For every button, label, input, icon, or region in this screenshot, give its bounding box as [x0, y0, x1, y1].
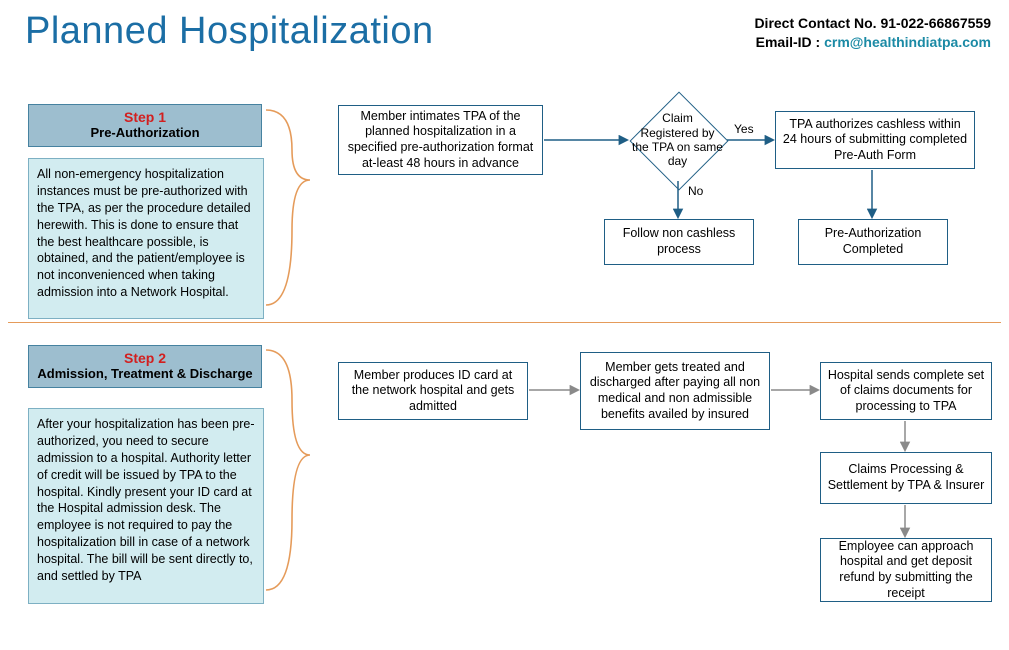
box-tpa-authorize: TPA authorizes cashless within 24 hours …	[775, 111, 975, 169]
box-non-cashless: Follow non cashless process	[604, 219, 754, 265]
contact-block: Direct Contact No. 91-022-66867559 Email…	[754, 14, 991, 52]
box-intimate-tpa: Member intimates TPA of the planned hosp…	[338, 105, 543, 175]
label-no: No	[688, 184, 703, 198]
step2-header: Step 2 Admission, Treatment & Discharge	[28, 345, 262, 388]
step2-description: After your hospitalization has been pre-…	[28, 408, 264, 604]
box-claims-processing: Claims Processing & Settlement by TPA & …	[820, 452, 992, 504]
page-title: Planned Hospitalization	[25, 10, 434, 53]
label-yes: Yes	[734, 122, 754, 136]
step2-subtitle: Admission, Treatment & Discharge	[35, 366, 255, 381]
email-label: Email-ID :	[756, 34, 821, 50]
step1-description: All non-emergency hospitalization instan…	[28, 158, 264, 319]
decision-claim-registered: Claim Registered by the TPA on same day	[630, 100, 725, 180]
contact-value: 91-022-66867559	[880, 15, 991, 31]
step1-header: Step 1 Pre-Authorization	[28, 104, 262, 147]
box-hospital-sends: Hospital sends complete set of claims do…	[820, 362, 992, 420]
step1-subtitle: Pre-Authorization	[35, 125, 255, 140]
box-preauth-completed: Pre-Authorization Completed	[798, 219, 948, 265]
box-deposit-refund: Employee can approach hospital and get d…	[820, 538, 992, 602]
decision-text: Claim Registered by the TPA on same day	[630, 100, 725, 180]
contact-label: Direct Contact No.	[754, 15, 876, 31]
section-divider	[8, 322, 1001, 323]
box-treated-discharged: Member gets treated and discharged after…	[580, 352, 770, 430]
step2-label: Step 2	[35, 350, 255, 366]
email-value: crm@healthindiatpa.com	[824, 34, 991, 50]
box-id-card: Member produces ID card at the network h…	[338, 362, 528, 420]
step1-label: Step 1	[35, 109, 255, 125]
